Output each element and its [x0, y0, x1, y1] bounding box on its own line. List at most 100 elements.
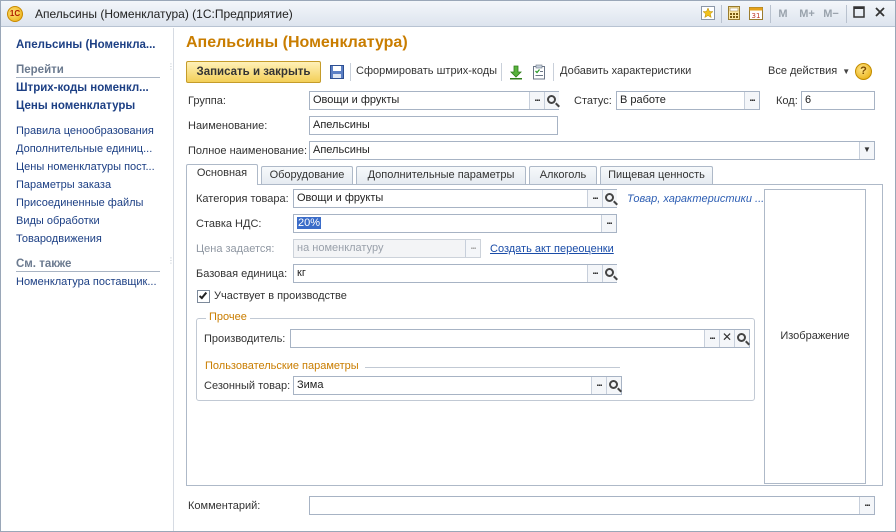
base-unit-choose-button[interactable]: ...	[587, 265, 602, 282]
close-icon[interactable]	[873, 6, 887, 22]
status-value: В работе	[620, 94, 666, 106]
help-icon[interactable]: ?	[855, 63, 872, 80]
title-separator	[721, 5, 722, 23]
base-unit-search-icon[interactable]	[602, 265, 617, 282]
category-label: Категория товара:	[196, 193, 289, 205]
product-image-area[interactable]: Изображение	[764, 189, 866, 484]
nav-link-pricing-rules[interactable]: Правила ценообразования	[16, 125, 154, 137]
manufacturer-search-icon[interactable]	[734, 330, 749, 347]
group-choose-button[interactable]: ...	[529, 92, 544, 109]
code-field[interactable]: 6	[801, 91, 875, 110]
image-label: Изображение	[780, 330, 850, 342]
title-bar: 1С Апельсины (Номенклатура) (1С:Предприя…	[1, 1, 895, 27]
manufacturer-choose-button[interactable]: ...	[704, 330, 719, 347]
nav-link-attached-files[interactable]: Присоединенные файлы	[16, 197, 143, 209]
nav-link-supplier-nomenclature[interactable]: Номенклатура поставщик...	[16, 276, 157, 288]
status-choose-button[interactable]: ...	[744, 92, 759, 109]
nav-see-also-header: См. также	[16, 258, 160, 272]
group-search-icon[interactable]	[544, 92, 559, 109]
nav-link-movements[interactable]: Товародвижения	[16, 233, 102, 245]
name-field[interactable]: Апельсины	[309, 116, 558, 135]
generate-barcodes-button[interactable]: Сформировать штрих-коды	[356, 65, 497, 77]
save-and-close-button[interactable]: Записать и закрыть	[186, 61, 321, 83]
seasonal-field[interactable]: Зима ...	[293, 376, 622, 395]
checkmark-icon	[198, 290, 208, 300]
clipboard-list-icon[interactable]	[531, 64, 547, 80]
application-window: 1С Апельсины (Номенклатура) (1С:Предприя…	[0, 0, 896, 532]
product-characteristics-link[interactable]: Товар, характеристики ...	[627, 193, 764, 205]
chevron-down-icon[interactable]: ▼	[859, 142, 874, 159]
seasonal-label: Сезонный товар:	[204, 380, 291, 392]
create-revaluation-link[interactable]: Создать акт переоценки	[490, 243, 614, 255]
nav-link-processing-types[interactable]: Виды обработки	[16, 215, 100, 227]
panel-resize-grip[interactable]: ⋮	[167, 257, 175, 265]
production-checkbox[interactable]	[197, 290, 210, 303]
memory-mplus-button[interactable]: M+	[797, 6, 817, 22]
name-value: Апельсины	[313, 119, 370, 131]
seasonal-choose-button[interactable]: ...	[591, 377, 606, 394]
category-choose-button[interactable]: ...	[587, 190, 602, 207]
comment-choose-button[interactable]: ...	[859, 497, 874, 514]
all-actions-menu[interactable]: Все действия ▼	[768, 65, 850, 77]
calculator-icon[interactable]	[726, 6, 742, 22]
name-label: Наименование:	[188, 120, 268, 132]
tab-equipment[interactable]: Оборудование	[261, 166, 353, 184]
group-label: Группа:	[188, 95, 226, 107]
category-field[interactable]: Овощи и фрукты ...	[293, 189, 617, 208]
comment-field[interactable]: ...	[309, 496, 875, 515]
title-separator	[770, 5, 771, 23]
price-set-label: Цена задается:	[196, 243, 275, 255]
form-title: Апельсины (Номенклатура)	[186, 34, 408, 51]
seasonal-search-icon[interactable]	[606, 377, 621, 394]
group-field[interactable]: Овощи и фрукты ...	[309, 91, 559, 110]
nav-item-barcodes[interactable]: Штрих-коды номенкл...	[16, 82, 149, 94]
title-separator	[846, 5, 847, 23]
panel-resize-grip[interactable]: ⋮	[167, 63, 175, 71]
all-actions-label: Все действия	[768, 65, 838, 77]
production-label[interactable]: Участвует в производстве	[214, 290, 347, 302]
base-unit-field[interactable]: кг ...	[293, 264, 617, 283]
price-set-value: на номенклатуру	[297, 242, 384, 254]
add-characteristics-button[interactable]: Добавить характеристики	[560, 65, 691, 77]
toolbar-separator	[553, 63, 554, 81]
vat-choose-button[interactable]: ...	[601, 215, 616, 232]
code-value: 6	[805, 94, 812, 106]
manufacturer-field[interactable]: ... ✕	[290, 329, 750, 348]
group-divider	[365, 367, 620, 368]
download-icon[interactable]	[508, 64, 524, 80]
full-name-field[interactable]: Апельсины ▼	[309, 141, 875, 160]
vat-value: 20%	[297, 217, 322, 229]
base-unit-label: Базовая единица:	[196, 268, 288, 280]
tab-additional-params[interactable]: Дополнительные параметры	[356, 166, 526, 184]
maximize-icon[interactable]	[852, 6, 866, 22]
comment-label: Комментарий:	[188, 500, 261, 512]
toolbar-separator	[350, 63, 351, 81]
calendar-icon[interactable]: 31	[748, 6, 764, 22]
vat-label: Ставка НДС:	[196, 218, 262, 230]
tab-nutrition[interactable]: Пищевая ценность	[600, 166, 713, 184]
nav-panel-title[interactable]: Апельсины (Номенкла...	[16, 39, 156, 51]
clear-icon[interactable]: ✕	[719, 330, 734, 347]
memory-m-button[interactable]: M	[776, 6, 790, 22]
status-label: Статус:	[574, 95, 612, 107]
manufacturer-label: Производитель:	[204, 333, 286, 345]
nav-link-order-params[interactable]: Параметры заказа	[16, 179, 111, 191]
nav-item-prices[interactable]: Цены номенклатуры	[16, 100, 135, 112]
status-field[interactable]: В работе ...	[616, 91, 760, 110]
window-title: Апельсины (Номенклатура) (1С:Предприятие…	[35, 7, 293, 21]
tab-alcohol[interactable]: Алкоголь	[529, 166, 597, 184]
base-unit-value: кг	[297, 267, 306, 279]
tab-main[interactable]: Основная	[186, 164, 258, 185]
nav-link-additional-units[interactable]: Дополнительные единиц...	[16, 143, 152, 155]
price-set-choose-button: ...	[465, 240, 480, 257]
seasonal-value: Зима	[297, 379, 324, 391]
group-value: Овощи и фрукты	[313, 94, 400, 106]
category-search-icon[interactable]	[602, 190, 617, 207]
nav-link-supplier-prices[interactable]: Цены номенклатуры пост...	[16, 161, 155, 173]
vat-field[interactable]: 20% ...	[293, 214, 617, 233]
memory-mminus-button[interactable]: M−	[821, 6, 841, 22]
full-name-label: Полное наименование:	[188, 145, 308, 157]
save-icon[interactable]	[329, 64, 345, 80]
app-logo-icon[interactable]: 1С	[7, 6, 23, 22]
favorites-star-icon[interactable]	[700, 6, 716, 22]
